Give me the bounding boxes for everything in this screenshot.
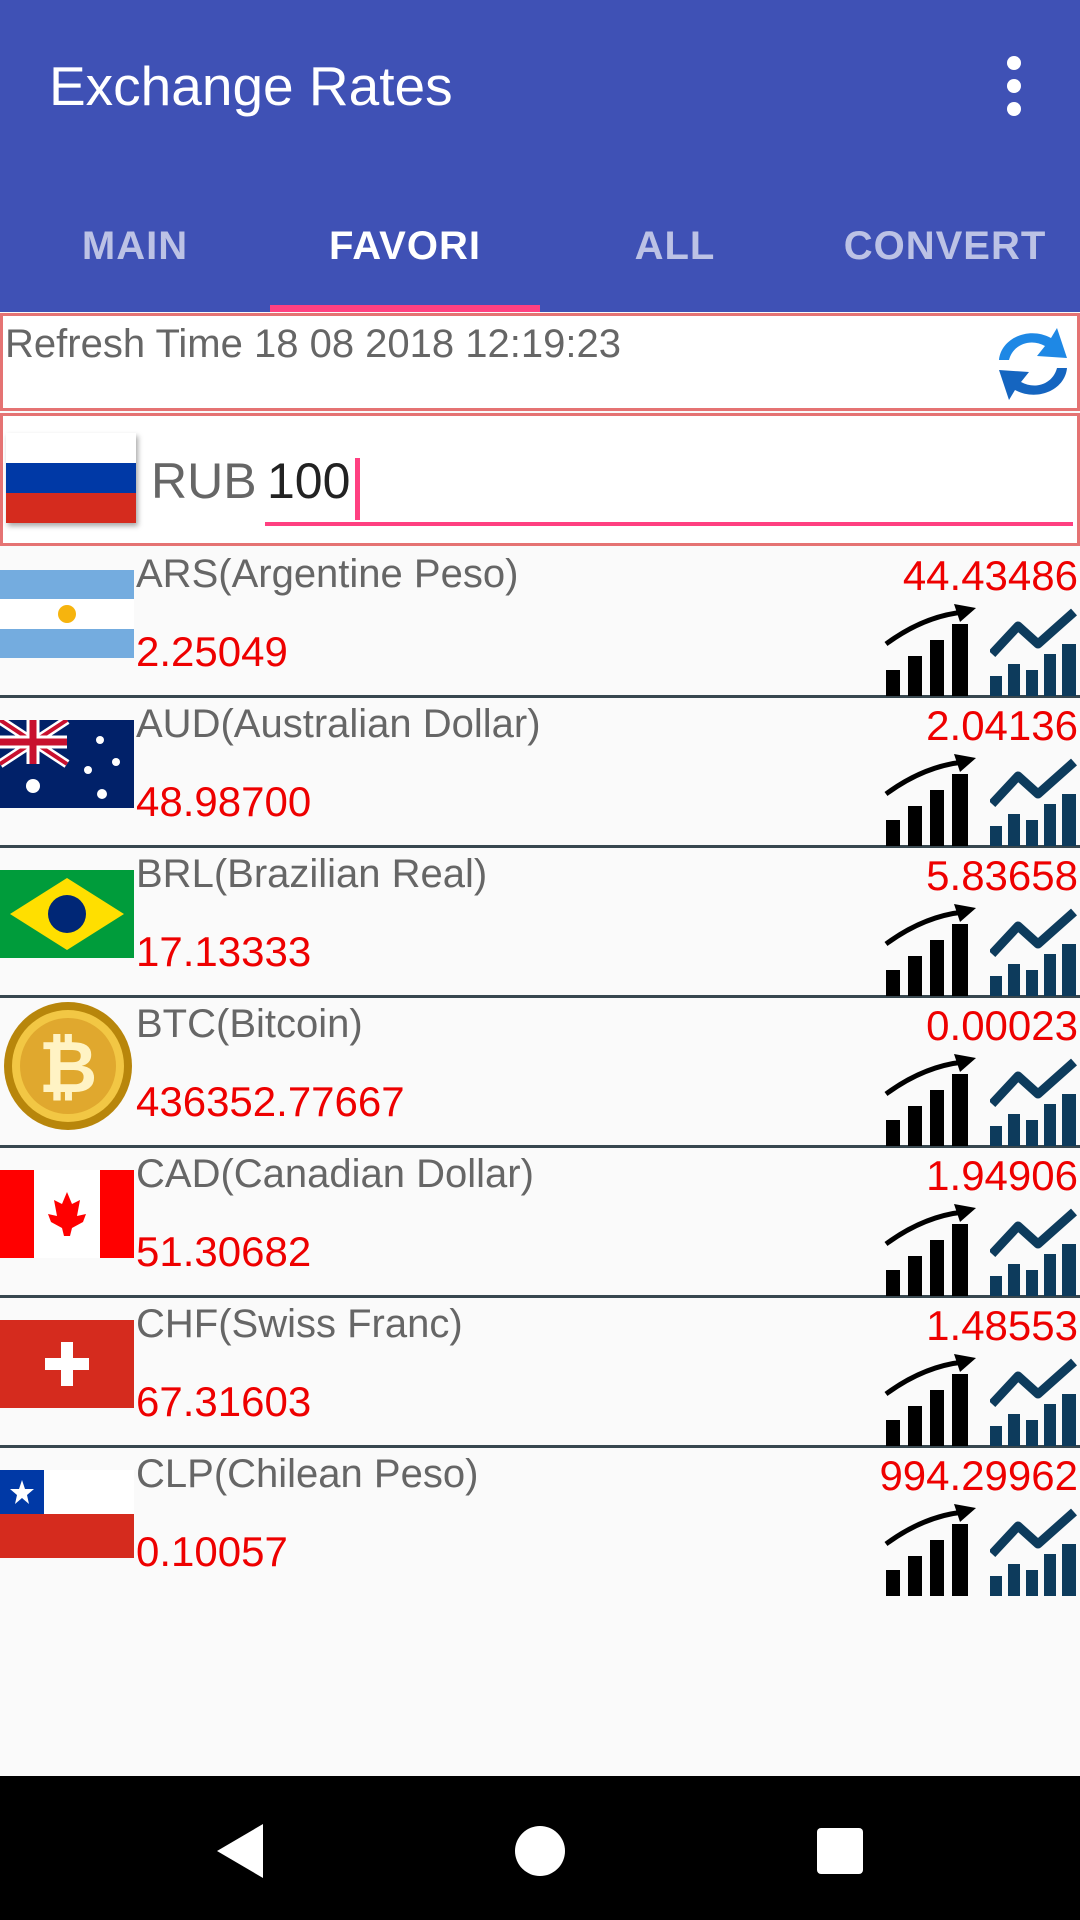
exchange-rate: 1.48553 [926,1302,1078,1349]
canada-flag-icon [0,1170,134,1258]
trend-chart-icon[interactable] [990,904,1080,996]
trend-chart-icon[interactable] [990,1204,1080,1296]
trend-chart-icon[interactable] [990,754,1080,846]
exchange-rate: 44.43486 [902,552,1078,599]
tab-all[interactable]: ALL [540,200,810,312]
refresh-bar: Refresh Time 18 08 2018 12:19:23 [0,313,1080,411]
argentina-flag-icon [0,570,134,658]
exchange-rate: 2.04136 [926,702,1078,749]
tab-bar: MAIN FAVORI ALL CONVERT [0,200,1080,312]
currency-name: ARS(Argentine Peso) [136,552,519,596]
base-currency-row: RUB 100 [0,413,1080,546]
trend-chart-icon[interactable] [990,1504,1080,1596]
back-icon[interactable] [205,1816,275,1886]
australia-flag-icon [0,720,134,808]
list-item[interactable]: AUD(Australian Dollar) 48.98700 2.04136 [0,698,1080,848]
tab-favori[interactable]: FAVORI [270,200,540,312]
system-nav-bar [0,1776,1080,1920]
inverse-rate: 2.25049 [136,628,288,675]
inverse-rate: 17.13333 [136,928,312,975]
bar-chart-icon[interactable] [884,1504,978,1596]
inverse-rate: 436352.77667 [136,1078,405,1125]
exchange-rate: 5.83658 [926,852,1078,899]
inverse-rate: 51.30682 [136,1228,312,1275]
exchange-rate: 994.29962 [879,1452,1078,1499]
currency-name: CLP(Chilean Peso) [136,1452,479,1496]
bitcoin-icon: ₿ [4,1002,132,1130]
amount-input[interactable]: 100 [265,436,1073,526]
home-icon[interactable] [505,1816,575,1886]
inverse-rate: 48.98700 [136,778,312,825]
base-currency-code: RUB [151,453,257,509]
trend-chart-icon[interactable] [990,604,1080,696]
currency-name: CAD(Canadian Dollar) [136,1152,534,1196]
tab-main[interactable]: MAIN [0,200,270,312]
list-item[interactable]: CHF(Swiss Franc) 67.31603 1.48553 [0,1298,1080,1448]
bar-chart-icon[interactable] [884,904,978,996]
list-item[interactable]: ₿ BTC(Bitcoin) 436352.77667 0.00023 [0,998,1080,1148]
brazil-flag-icon [0,870,134,958]
tab-convert[interactable]: CONVERT [810,200,1080,312]
list-item[interactable]: BRL(Brazilian Real) 17.13333 5.83658 [0,848,1080,998]
app-title: Exchange Rates [49,55,453,117]
trend-chart-icon[interactable] [990,1354,1080,1446]
amount-value: 100 [267,453,351,509]
inverse-rate: 67.31603 [136,1378,312,1425]
refresh-icon[interactable] [991,320,1075,408]
chile-flag-icon [0,1470,134,1558]
list-item[interactable]: CAD(Canadian Dollar) 51.30682 1.94906 [0,1148,1080,1298]
bar-chart-icon[interactable] [884,1354,978,1446]
inverse-rate: 0.10057 [136,1528,288,1575]
bar-chart-icon[interactable] [884,1054,978,1146]
app-bar: Exchange Rates MAIN FAVORI ALL CONVERT [0,0,1080,312]
svg-text:₿: ₿ [39,1025,98,1109]
trend-chart-icon[interactable] [990,1054,1080,1146]
russia-flag-icon[interactable] [6,433,136,523]
bar-chart-icon[interactable] [884,604,978,696]
more-vert-icon[interactable] [990,56,1038,116]
favorites-list: ARS(Argentine Peso) 2.25049 44.43486 AUD… [0,548,1080,1598]
list-item[interactable]: ARS(Argentine Peso) 2.25049 44.43486 [0,548,1080,698]
text-cursor [355,458,360,520]
currency-name: CHF(Swiss Franc) [136,1302,463,1346]
exchange-rate: 0.00023 [926,1002,1078,1049]
list-item[interactable]: CLP(Chilean Peso) 0.10057 994.29962 [0,1448,1080,1598]
exchange-rate: 1.94906 [926,1152,1078,1199]
bar-chart-icon[interactable] [884,1204,978,1296]
bar-chart-icon[interactable] [884,754,978,846]
currency-name: BTC(Bitcoin) [136,1002,363,1046]
switzerland-flag-icon [0,1320,134,1408]
refresh-time-label: Refresh Time 18 08 2018 12:19:23 [5,322,621,366]
currency-name: BRL(Brazilian Real) [136,852,488,896]
currency-name: AUD(Australian Dollar) [136,702,541,746]
recents-icon[interactable] [805,1816,875,1886]
